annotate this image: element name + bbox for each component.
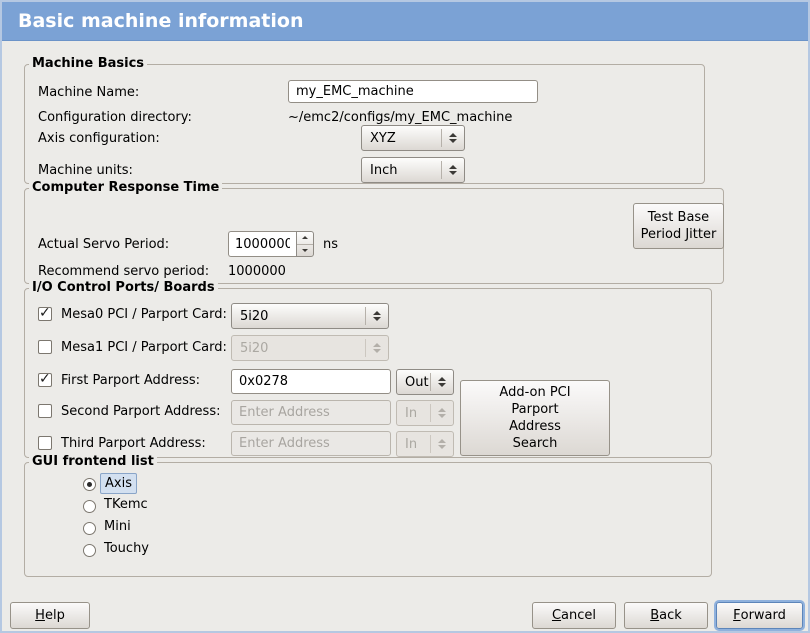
cancel-button[interactable]: Cancel xyxy=(532,602,616,629)
first-parport-direction-select[interactable]: Out xyxy=(396,369,454,395)
radio-tkemc[interactable] xyxy=(83,500,96,513)
radio-mini[interactable] xyxy=(83,522,96,535)
page-title: Basic machine information xyxy=(2,2,808,41)
config-dir-label: Configuration directory: xyxy=(38,110,192,126)
machine-units-select[interactable]: Inch xyxy=(361,157,465,183)
addon-pci-search-button[interactable]: Add-on PCI Parport Address Search xyxy=(460,380,610,456)
response-time-legend: Computer Response Time xyxy=(29,180,222,195)
servo-period-unit: ns xyxy=(323,237,338,253)
updown-arrows-icon xyxy=(431,408,453,418)
updown-arrows-icon xyxy=(366,343,388,353)
spin-down-icon[interactable] xyxy=(297,245,313,257)
spin-up-icon[interactable] xyxy=(297,232,313,245)
mesa0-checkbox[interactable] xyxy=(38,307,52,321)
second-parport-direction-value: In xyxy=(397,406,430,421)
test-button-line2: Period Jitter xyxy=(641,226,717,243)
addon-button-line4: Search xyxy=(513,435,558,452)
addon-button-line1: Add-on PCI xyxy=(499,384,570,401)
radio-axis-label[interactable]: Axis xyxy=(100,473,137,494)
spinner-buttons[interactable] xyxy=(296,231,314,257)
addon-button-line2: Parport xyxy=(511,401,558,418)
axis-config-label: Axis configuration: xyxy=(38,131,160,147)
servo-period-label: Actual Servo Period: xyxy=(38,237,169,253)
test-button-line1: Test Base xyxy=(648,209,709,226)
mesa0-card-value: 5i20 xyxy=(232,309,365,324)
first-parport-label: First Parport Address: xyxy=(61,373,200,389)
config-dir-value: ~/emc2/configs/my_EMC_machine xyxy=(288,110,512,126)
third-parport-address-input xyxy=(231,431,391,456)
radio-touchy-label[interactable]: Touchy xyxy=(100,539,153,558)
machine-basics-group: Machine Basics Machine Name: Configurati… xyxy=(24,64,705,184)
mesa1-checkbox[interactable] xyxy=(38,340,52,354)
axis-config-select[interactable]: XYZ xyxy=(361,125,465,151)
radio-mini-label[interactable]: Mini xyxy=(100,517,135,536)
updown-arrows-icon xyxy=(366,311,388,321)
third-parport-checkbox[interactable] xyxy=(38,436,52,450)
third-parport-label: Third Parport Address: xyxy=(61,436,206,452)
second-parport-label: Second Parport Address: xyxy=(61,404,220,420)
third-parport-direction-select: In xyxy=(396,431,454,457)
io-ports-group: I/O Control Ports/ Boards Mesa0 PCI / Pa… xyxy=(24,288,712,458)
radio-touchy[interactable] xyxy=(83,544,96,557)
mesa0-card-select[interactable]: 5i20 xyxy=(231,303,389,329)
second-parport-checkbox[interactable] xyxy=(38,404,52,418)
axis-config-value: XYZ xyxy=(362,131,441,146)
second-parport-address-input xyxy=(231,400,391,425)
recommend-period-label: Recommend servo period: xyxy=(38,264,209,280)
forward-button[interactable]: Forward xyxy=(716,602,803,629)
mesa1-label: Mesa1 PCI / Parport Card: xyxy=(61,340,227,356)
mesa1-card-value: 5i20 xyxy=(232,341,365,356)
gui-frontend-group: GUI frontend list Axis TKemc Mini Touchy xyxy=(24,462,712,577)
machine-basics-legend: Machine Basics xyxy=(29,56,147,71)
help-button[interactable]: Help xyxy=(10,602,90,629)
first-parport-address-input[interactable] xyxy=(231,369,391,394)
back-button[interactable]: Back xyxy=(624,602,708,629)
basic-machine-information-window: Basic machine information Machine Basics… xyxy=(0,0,810,633)
recommend-period-value: 1000000 xyxy=(228,264,286,280)
servo-period-input[interactable] xyxy=(228,231,296,257)
machine-name-label: Machine Name: xyxy=(38,85,139,101)
radio-tkemc-label[interactable]: TKemc xyxy=(100,495,152,514)
updown-arrows-icon xyxy=(431,439,453,449)
servo-period-spinner[interactable] xyxy=(228,231,314,257)
mesa0-label: Mesa0 PCI / Parport Card: xyxy=(61,307,227,323)
io-ports-legend: I/O Control Ports/ Boards xyxy=(29,280,218,295)
second-parport-direction-select: In xyxy=(396,400,454,426)
radio-axis[interactable] xyxy=(83,478,96,491)
first-parport-checkbox[interactable] xyxy=(38,373,52,387)
updown-arrows-icon xyxy=(442,133,464,143)
updown-arrows-icon xyxy=(442,165,464,175)
third-parport-direction-value: In xyxy=(397,437,430,452)
updown-arrows-icon xyxy=(431,377,453,387)
machine-units-label: Machine units: xyxy=(38,163,133,179)
first-parport-direction-value: Out xyxy=(397,375,430,390)
gui-frontend-legend: GUI frontend list xyxy=(29,454,157,469)
addon-button-line3: Address xyxy=(509,418,561,435)
mesa1-card-select: 5i20 xyxy=(231,335,389,361)
response-time-group: Computer Response Time Test Base Period … xyxy=(24,188,724,284)
test-base-period-jitter-button[interactable]: Test Base Period Jitter xyxy=(633,203,724,249)
machine-name-input[interactable] xyxy=(288,80,538,103)
machine-units-value: Inch xyxy=(362,163,441,178)
